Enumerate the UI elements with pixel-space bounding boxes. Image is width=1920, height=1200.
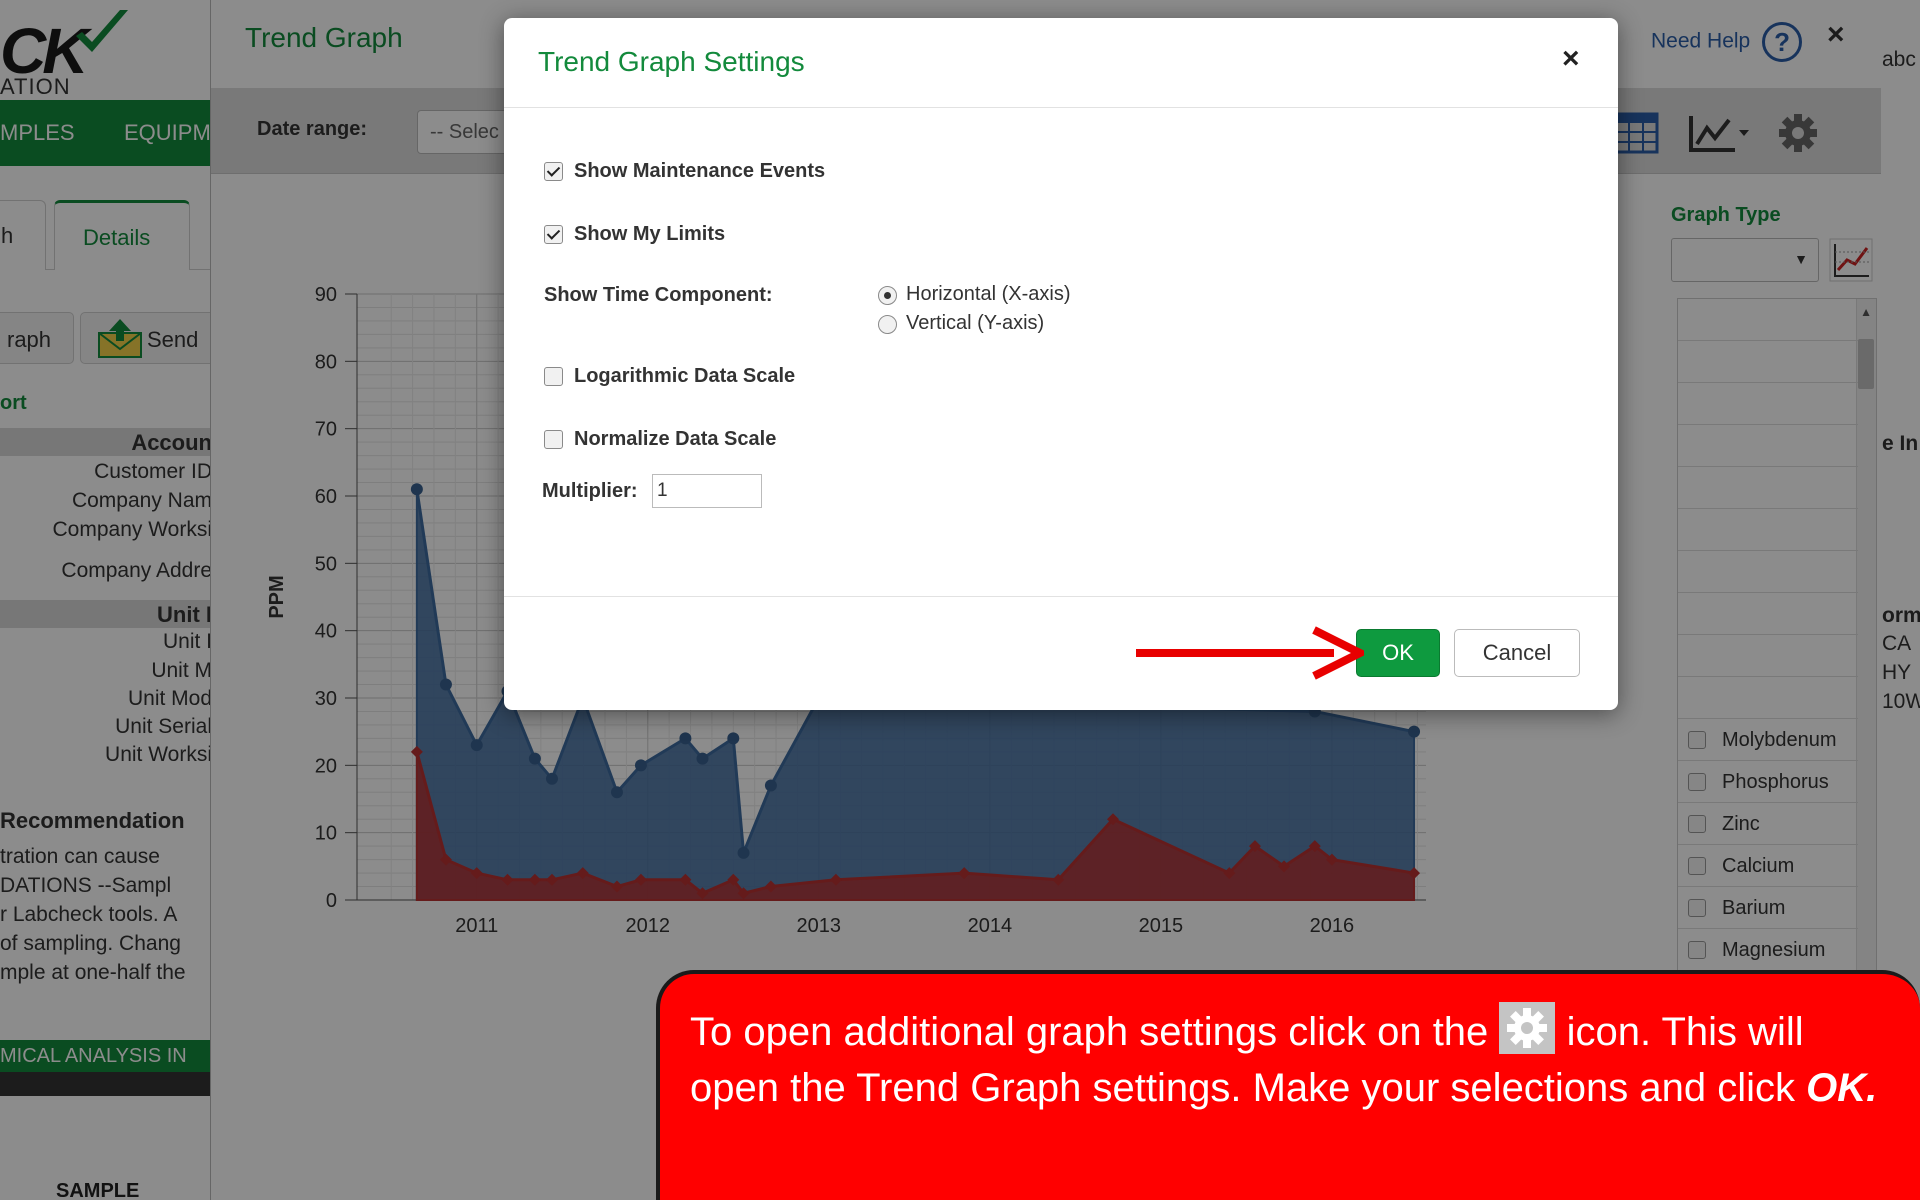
- modal-header: Trend Graph Settings ×: [504, 18, 1618, 108]
- horizontal-radio[interactable]: [878, 286, 897, 305]
- gear-icon: [1499, 1002, 1556, 1054]
- pointer-arrow-icon: [1136, 626, 1364, 680]
- modal-title: Trend Graph Settings: [538, 46, 805, 77]
- modal-close-icon[interactable]: ×: [1562, 42, 1580, 76]
- time-component-label: Show Time Component:: [544, 284, 773, 306]
- vertical-radio[interactable]: [878, 315, 897, 334]
- show-my-limits-label: Show My Limits: [574, 223, 726, 245]
- modal-footer: OK Cancel: [504, 596, 1618, 710]
- multiplier-label: Multiplier:: [542, 480, 638, 502]
- normalize-scale-label: Normalize Data Scale: [574, 428, 777, 450]
- vertical-radio-label: Vertical (Y-axis): [906, 312, 1045, 334]
- ok-button[interactable]: OK: [1356, 629, 1440, 677]
- multiplier-input[interactable]: [652, 474, 762, 508]
- logarithmic-scale-checkbox[interactable]: [544, 367, 563, 386]
- horizontal-radio-label: Horizontal (X-axis): [906, 283, 1071, 305]
- show-maintenance-events-label: Show Maintenance Events: [574, 160, 826, 182]
- normalize-scale-checkbox[interactable]: [544, 430, 563, 449]
- callout-text: To open additional graph settings click …: [690, 1002, 1900, 1116]
- trend-graph-settings-modal: Trend Graph Settings × Show Maintenance …: [504, 18, 1618, 710]
- callout-text-before-icon: To open additional graph settings click …: [690, 1010, 1489, 1054]
- show-my-limits-checkbox[interactable]: [544, 225, 563, 244]
- callout-ok-emphasis: OK.: [1806, 1066, 1878, 1110]
- instruction-callout: To open additional graph settings click …: [656, 970, 1920, 1200]
- cancel-button[interactable]: Cancel: [1454, 629, 1580, 677]
- show-maintenance-events-checkbox[interactable]: [544, 162, 563, 181]
- logarithmic-scale-label: Logarithmic Data Scale: [574, 365, 796, 387]
